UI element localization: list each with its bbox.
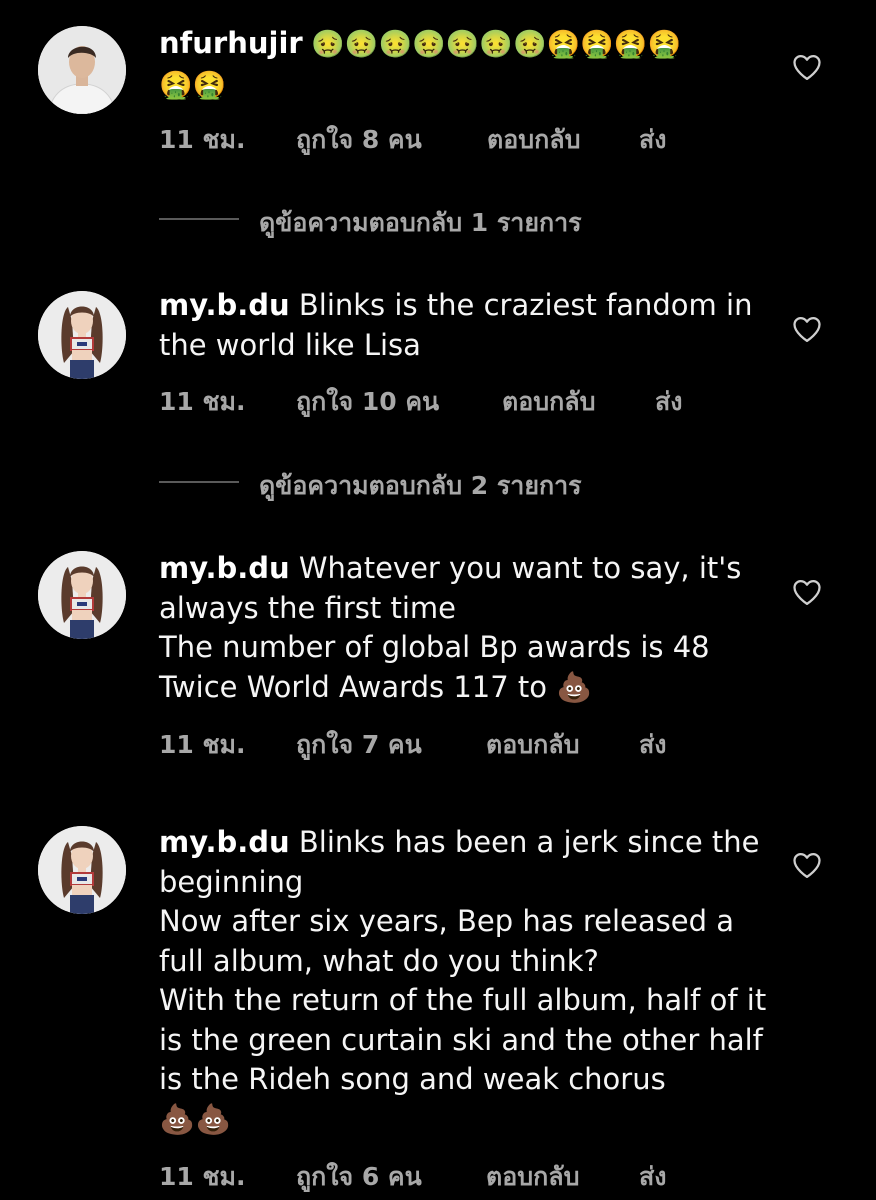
likes-count-link[interactable]: ถูกใจ 7 คน [296, 725, 422, 765]
replies-divider [159, 218, 239, 220]
send-button[interactable]: ส่ง [655, 382, 682, 422]
avatar[interactable] [38, 826, 126, 914]
comment-time: 11 ชม. [159, 1162, 246, 1191]
comment-text: my.b.du Blinks is the craziest fandom in… [159, 286, 769, 365]
replies-divider [159, 481, 239, 483]
comment-meta: 11 ชม. ถูกใจ 6 คน ตอบกลับ ส่ง [159, 1157, 759, 1191]
comment-username[interactable]: nfurhujir [159, 26, 303, 60]
send-button[interactable]: ส่ง [639, 725, 666, 765]
comment-time: 11 ชม. [159, 387, 246, 416]
comment-text: nfurhujir 🤢🤢🤢🤢🤢🤢🤢🤮🤮🤮🤮 🤮🤮 [159, 24, 769, 105]
likes-count-link[interactable]: ถูกใจ 8 คน [296, 120, 422, 160]
reply-button[interactable]: ตอบกลับ [502, 382, 595, 422]
comment-meta: 11 ชม. ถูกใจ 7 คน ตอบกลับ ส่ง [159, 725, 759, 759]
comment-body: Blinks has been a jerk since the beginni… [159, 825, 767, 1136]
heart-outline-icon[interactable] [792, 851, 822, 879]
reply-button[interactable]: ตอบกลับ [486, 1157, 579, 1197]
comment-text: my.b.du Whatever you want to say, it's a… [159, 549, 769, 707]
view-replies-button[interactable]: ดูข้อความตอบกลับ 2 รายการ [159, 466, 759, 500]
reply-button[interactable]: ตอบกลับ [486, 725, 579, 765]
comment-username[interactable]: my.b.du [159, 288, 290, 322]
send-button[interactable]: ส่ง [639, 120, 666, 160]
comment-username[interactable]: my.b.du [159, 551, 290, 585]
avatar[interactable] [38, 551, 126, 639]
comment-meta: 11 ชม. ถูกใจ 8 คน ตอบกลับ ส่ง [159, 120, 759, 154]
send-button[interactable]: ส่ง [639, 1157, 666, 1197]
avatar[interactable] [38, 26, 126, 114]
likes-count-link[interactable]: ถูกใจ 6 คน [296, 1157, 422, 1197]
view-replies-button[interactable]: ดูข้อความตอบกลับ 1 รายการ [159, 203, 759, 237]
comment-text: my.b.du Blinks has been a jerk since the… [159, 823, 769, 1139]
view-replies-label: ดูข้อความตอบกลับ 2 รายการ [259, 471, 582, 500]
heart-outline-icon[interactable] [792, 53, 822, 81]
comment-time: 11 ชม. [159, 730, 246, 759]
reply-button[interactable]: ตอบกลับ [487, 120, 580, 160]
avatar[interactable] [38, 291, 126, 379]
likes-count-link[interactable]: ถูกใจ 10 คน [296, 382, 439, 422]
comment-meta: 11 ชม. ถูกใจ 10 คน ตอบกลับ ส่ง [159, 382, 759, 416]
view-replies-label: ดูข้อความตอบกลับ 1 รายการ [259, 208, 582, 237]
comment-time: 11 ชม. [159, 125, 246, 154]
comment-username[interactable]: my.b.du [159, 825, 290, 859]
heart-outline-icon[interactable] [792, 315, 822, 343]
heart-outline-icon[interactable] [792, 578, 822, 606]
